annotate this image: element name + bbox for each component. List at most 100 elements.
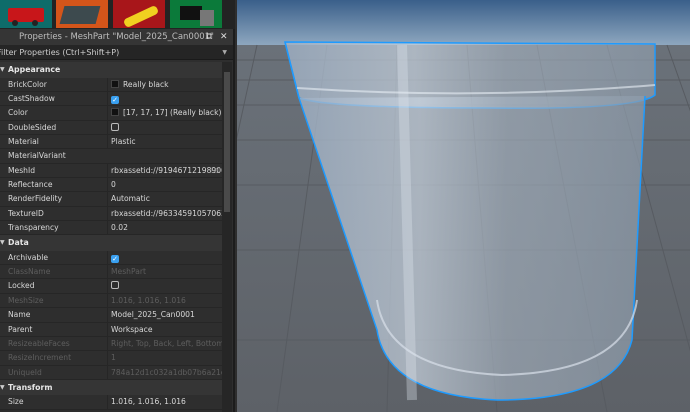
folder-icon[interactable]: 🗀 [211, 164, 219, 178]
property-name: CastShadow [8, 93, 55, 103]
property-value-cell[interactable] [107, 279, 222, 294]
property-row-doublesided[interactable]: DoubleSided [0, 120, 222, 135]
checkbox[interactable] [111, 122, 119, 131]
section-header-appearance[interactable]: ▼ Appearance [0, 62, 222, 78]
property-value-cell[interactable]: ✓ [107, 91, 222, 106]
property-value[interactable]: rbxassetid://96334591057063 [111, 209, 222, 218]
section-title: Appearance [8, 65, 61, 74]
property-value: 1 [111, 353, 116, 363]
chevron-down-icon[interactable]: ▼ [222, 45, 227, 59]
property-value[interactable]: Model_2025_Can0001 [111, 310, 195, 319]
collapse-arrow-icon[interactable]: ▼ [0, 235, 5, 250]
property-row-meshsize[interactable]: MeshSize 1.016, 1.016, 1.016 [0, 293, 222, 309]
property-row-textureid[interactable]: TextureID rbxassetid://96334591057063 [0, 206, 222, 221]
property-name: Material [8, 136, 39, 146]
property-value[interactable]: 1.016, 1.016, 1.016 [111, 397, 186, 406]
toolbox-item-computer[interactable] [170, 0, 222, 28]
property-row-castshadow[interactable]: CastShadow ✓ [0, 91, 222, 107]
property-value-cell[interactable]: 784a12d1c032a1db07b6a21d0... [107, 365, 222, 380]
property-row-resizeablefaces[interactable]: ResizeableFaces Right, Top, Back, Left, B… [0, 336, 222, 352]
checkbox[interactable] [111, 281, 119, 290]
section-header-transform[interactable]: ▼ Transform [0, 379, 222, 396]
checkbox[interactable]: ✓ [111, 95, 119, 104]
color-swatch[interactable] [111, 79, 119, 88]
undock-icon[interactable]: ⧉ [206, 29, 212, 45]
property-name: ClassName [8, 267, 51, 277]
toolbox-item-house[interactable] [56, 0, 108, 28]
property-row-renderfidelity[interactable]: RenderFidelity Automatic [0, 192, 222, 207]
property-value-cell[interactable]: 0.02 [107, 220, 222, 235]
property-value-cell[interactable]: Plastic [107, 134, 222, 149]
property-value[interactable]: 0 [111, 180, 116, 189]
property-value: 784a12d1c032a1db07b6a21d0... [111, 367, 222, 377]
property-row-color[interactable]: Color [17, 17, 17] (Really black) [0, 106, 222, 121]
property-value-cell[interactable]: ✓ [107, 250, 222, 265]
property-row-meshid[interactable]: MeshId rbxassetid://91946712198900 🗀 [0, 163, 222, 178]
scene [237, 0, 690, 412]
property-value[interactable]: 0.02 [111, 223, 128, 232]
collapse-arrow-icon[interactable]: ▼ [0, 62, 5, 77]
property-name: Color [8, 108, 28, 118]
property-name: ResizeableFaces [8, 338, 70, 348]
property-value-cell[interactable]: Model_2025_Can0001 [107, 308, 222, 323]
property-name: MeshId [8, 165, 36, 175]
toolbox-item-fire-truck[interactable] [0, 0, 52, 28]
property-value-cell[interactable]: 1.016, 1.016, 1.016 [107, 293, 222, 308]
property-row-material[interactable]: Material Plastic [0, 134, 222, 150]
property-name: MeshSize [8, 295, 44, 305]
property-row-name[interactable]: Name Model_2025_Can0001 [0, 308, 222, 323]
property-value[interactable]: Plastic [111, 137, 136, 146]
property-value-cell[interactable]: MeshPart [107, 265, 222, 280]
property-value-cell[interactable]: rbxassetid://91946712198900 🗀 [107, 163, 222, 178]
property-row-resizeincrement[interactable]: ResizeIncrement 1 [0, 351, 222, 366]
panel-title: Properties - MeshPart "Model_2025_Can000… [19, 32, 214, 42]
property-name: DoubleSided [8, 122, 57, 132]
property-name: Archivable [8, 252, 48, 262]
property-row-parent[interactable]: Parent Workspace [0, 322, 222, 337]
property-name: UniqueId [8, 367, 42, 377]
property-name: Locked [8, 281, 35, 291]
section-title: Data [8, 238, 29, 248]
property-name: Transparency [8, 222, 59, 232]
property-row-materialvariant[interactable]: MaterialVariant [0, 149, 222, 164]
property-row-classname[interactable]: ClassName MeshPart [0, 265, 222, 280]
property-name: Name [8, 310, 31, 320]
property-value-cell[interactable]: 1.016, 1.016, 1.016 [107, 395, 222, 410]
property-grid: ▼ Appearance BrickColor Really black CastSha… [0, 62, 222, 410]
property-value-cell[interactable]: 1 [107, 351, 222, 366]
collapse-arrow-icon[interactable]: ▼ [0, 380, 5, 395]
close-icon[interactable]: ✕ [220, 29, 228, 45]
property-row-transparency[interactable]: Transparency 0.02 [0, 220, 222, 236]
property-row-archivable[interactable]: Archivable ✓ [0, 250, 222, 266]
property-value-cell[interactable]: Automatic [107, 192, 222, 207]
section-header-data[interactable]: ▼ Data [0, 235, 222, 251]
property-value: MeshPart [111, 267, 146, 277]
property-name: MaterialVariant [8, 151, 66, 161]
property-row-size[interactable]: Size 1.016, 1.016, 1.016 [0, 395, 222, 410]
property-value[interactable]: [17, 17, 17] (Really black) [123, 108, 221, 117]
property-value[interactable]: Automatic [111, 194, 150, 203]
panel-titlebar: Properties - MeshPart "Model_2025_Can000… [0, 29, 233, 45]
property-value-cell[interactable] [107, 120, 222, 135]
property-name: Parent [8, 324, 33, 334]
property-value-cell[interactable]: [17, 17, 17] (Really black) [107, 106, 222, 121]
property-value[interactable]: Workspace [111, 325, 153, 334]
toolbox-item-flashlight[interactable] [113, 0, 165, 28]
scrollbar-thumb[interactable] [224, 72, 230, 212]
property-value-cell[interactable]: rbxassetid://96334591057063 [107, 206, 222, 221]
property-row-brickcolor[interactable]: BrickColor Really black [0, 77, 222, 92]
property-row-uniqueid[interactable]: UniqueId 784a12d1c032a1db07b6a21d0... [0, 365, 222, 380]
checkbox[interactable]: ✓ [111, 254, 119, 263]
scrollbar[interactable] [222, 62, 232, 412]
property-row-reflectance[interactable]: Reflectance 0 [0, 177, 222, 193]
filter-properties-input[interactable]: Filter Properties (Ctrl+Shift+P) ▼ [0, 45, 233, 60]
property-value[interactable]: Really black [123, 80, 169, 89]
property-value-cell[interactable]: Right, Top, Back, Left, Bottom, ... [107, 336, 222, 351]
property-row-locked[interactable]: Locked [0, 279, 222, 294]
property-value-cell[interactable]: Really black [107, 77, 222, 92]
3d-viewport[interactable] [237, 0, 690, 412]
color-swatch[interactable] [111, 108, 119, 117]
property-value-cell[interactable]: Workspace [107, 322, 222, 337]
property-value-cell[interactable]: 0 [107, 177, 222, 192]
property-value[interactable]: rbxassetid://91946712198900 [111, 166, 222, 175]
